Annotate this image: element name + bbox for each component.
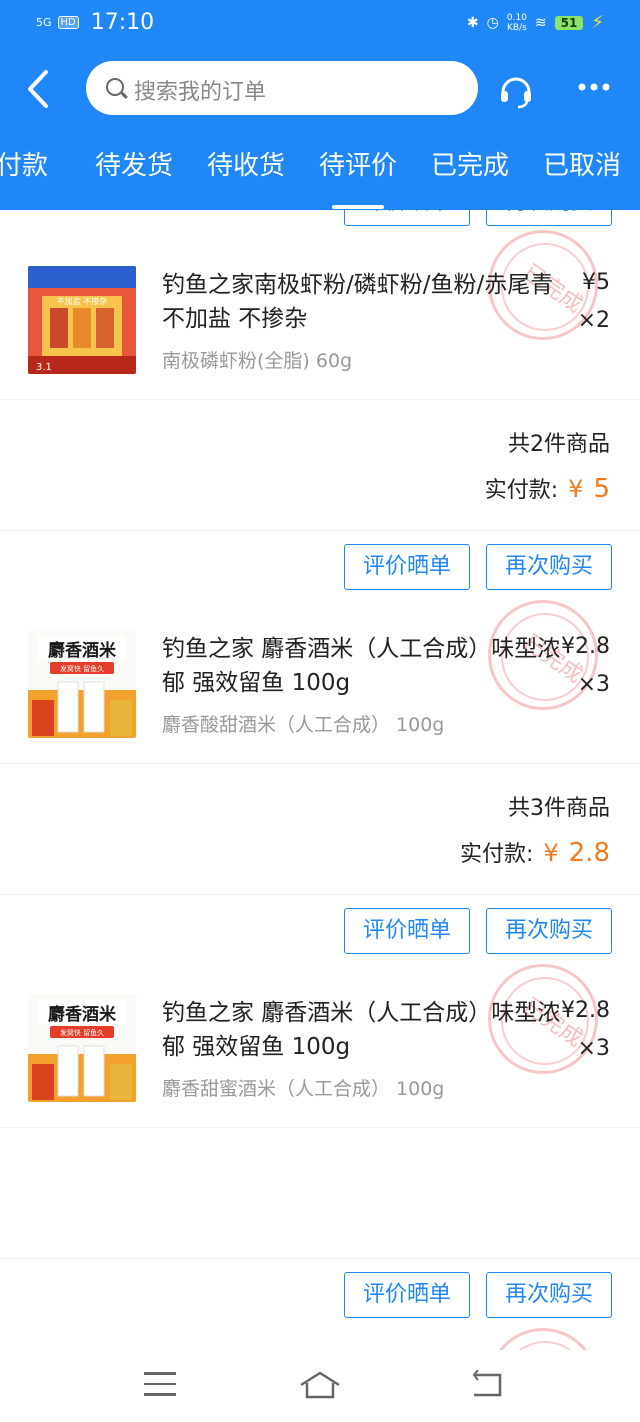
back-arrow-icon <box>472 1369 502 1397</box>
paid-label: 实付款: <box>484 478 559 503</box>
paid-total: 实付款: ¥ 5 <box>485 472 610 504</box>
tab-cancelled[interactable]: 已取消 <box>526 145 638 195</box>
review-button[interactable]: 评价晒单 <box>344 544 470 590</box>
search-icon <box>106 78 124 96</box>
order-item[interactable]: 不加盐 不掺杂 3.1 钓鱼之家南极虾粉/磷虾粉/鱼粉/赤尾青 不加盐 不掺杂 … <box>0 266 640 386</box>
product-price: ¥2.8 <box>561 634 610 659</box>
product-thumbnail: 不加盐 不掺杂 3.1 <box>28 266 136 374</box>
charging-icon: ⚡ <box>591 12 604 33</box>
product-quantity: ×2 <box>577 308 610 333</box>
divider <box>0 1127 640 1128</box>
signal-indicator: 5G <box>36 15 52 29</box>
more-dots-icon <box>578 83 610 91</box>
product-name: 钓鱼之家 麝香酒米（人工合成）味型浓郁 强效留鱼 100g <box>162 636 561 696</box>
product-name: 钓鱼之家南极虾粉/磷虾粉/鱼粉/赤尾青 不加盐 不掺杂 <box>162 272 554 332</box>
svg-text:麝香酒米: 麝香酒米 <box>48 640 117 661</box>
order-item[interactable]: 麝香酒米 发窝快 留鱼久 钓鱼之家 麝香酒米（人工合成）味型浓郁 强效留鱼 10… <box>0 994 640 1114</box>
system-nav-bar <box>0 1350 640 1422</box>
divider <box>0 530 640 531</box>
tab-pay[interactable]: 付款 <box>0 145 78 195</box>
divider <box>0 894 640 895</box>
svg-text:不加盐 不掺杂: 不加盐 不掺杂 <box>57 296 108 306</box>
currency-symbol: ¥ <box>543 839 559 867</box>
net-speed: 0.10 KB/s <box>506 12 527 33</box>
svg-text:发窝快 留鱼久: 发窝快 留鱼久 <box>60 664 104 673</box>
divider <box>0 763 640 764</box>
tab-to-review[interactable]: 待评价 <box>302 145 414 209</box>
review-button[interactable]: 评价晒单 <box>344 1272 470 1318</box>
divider <box>0 399 640 400</box>
product-quantity: ×3 <box>577 672 610 697</box>
back-button[interactable] <box>20 66 60 112</box>
battery-indicator: 51 <box>554 15 584 30</box>
product-name: 钓鱼之家 麝香酒米（人工合成）味型浓郁 强效留鱼 100g <box>162 1000 561 1060</box>
top-bar: 搜索我的订单 <box>0 58 640 120</box>
paid-amount: 2.8 <box>568 838 610 868</box>
order-tabs: 付款 待发货 待收货 待评价 已完成 已取消 <box>0 145 638 209</box>
search-input[interactable]: 搜索我的订单 <box>86 61 478 115</box>
divider <box>0 1258 640 1259</box>
back-nav-button[interactable] <box>470 1369 506 1400</box>
status-bar: 5G HD 17:10 ✱ ◷ 0.10 KB/s ≋ 51 ⚡ <box>0 0 640 50</box>
svg-text:麝香酒米: 麝香酒米 <box>48 1004 117 1025</box>
rebuy-button[interactable]: 再次购买 <box>486 1272 612 1318</box>
paid-amount: 5 <box>593 474 610 504</box>
currency-symbol: ¥ <box>568 475 584 503</box>
order-list: 评价晒单 再次购买 已完成 不加盐 不掺杂 3.1 钓鱼之家南极虾粉/磷虾粉/鱼… <box>0 210 640 1350</box>
product-price: ¥2.8 <box>561 998 610 1023</box>
product-spec: 麝香甜蜜酒米（人工合成） 100g <box>162 1078 445 1100</box>
more-button[interactable] <box>574 72 614 102</box>
home-button[interactable] <box>298 1370 342 1400</box>
home-icon <box>300 1371 340 1399</box>
tab-to-ship[interactable]: 待发货 <box>78 145 190 195</box>
wifi-icon: ≋ <box>534 14 547 31</box>
rebuy-button[interactable]: 再次购买 <box>486 908 612 954</box>
clock: 17:10 <box>90 10 155 35</box>
product-price: ¥5 <box>582 270 610 295</box>
product-quantity: ×3 <box>577 1036 610 1061</box>
product-thumbnail: 麝香酒米 发窝快 留鱼久 <box>28 630 136 738</box>
alarm-icon: ◷ <box>486 14 499 31</box>
item-count: 共3件商品 <box>508 796 610 821</box>
review-button[interactable]: 评价晒单 <box>344 908 470 954</box>
headset-icon <box>501 77 531 109</box>
search-placeholder: 搜索我的订单 <box>134 80 267 105</box>
chevron-left-icon <box>28 70 48 108</box>
item-count: 共2件商品 <box>508 432 610 457</box>
hd-badge: HD <box>57 16 79 29</box>
recent-apps-button[interactable] <box>144 1372 176 1398</box>
product-thumbnail: 麝香酒米 发窝快 留鱼久 <box>28 994 136 1102</box>
customer-service-button[interactable] <box>496 70 536 110</box>
order-item[interactable]: 麝香酒米 发窝快 留鱼久 钓鱼之家 麝香酒米（人工合成）味型浓郁 强效留鱼 10… <box>0 630 640 750</box>
paid-total: 实付款: ¥ 2.8 <box>460 836 610 868</box>
completed-stamp <box>488 1328 598 1350</box>
rebuy-button[interactable]: 再次购买 <box>486 544 612 590</box>
review-button[interactable]: 评价晒单 <box>344 210 470 226</box>
rebuy-button[interactable]: 再次购买 <box>486 210 612 226</box>
product-spec: 麝香酸甜酒米（人工合成） 100g <box>162 714 445 736</box>
svg-text:3.1: 3.1 <box>36 362 52 373</box>
header: 5G HD 17:10 ✱ ◷ 0.10 KB/s ≋ 51 ⚡ 搜索我的订单 <box>0 0 640 210</box>
product-spec: 南极磷虾粉(全脂) 60g <box>162 350 353 372</box>
tab-completed[interactable]: 已完成 <box>414 145 526 195</box>
svg-text:发窝快 留鱼久: 发窝快 留鱼久 <box>60 1028 104 1037</box>
bluetooth-icon: ✱ <box>466 14 479 31</box>
paid-label: 实付款: <box>459 842 534 867</box>
tab-to-receive[interactable]: 待收货 <box>190 145 302 195</box>
